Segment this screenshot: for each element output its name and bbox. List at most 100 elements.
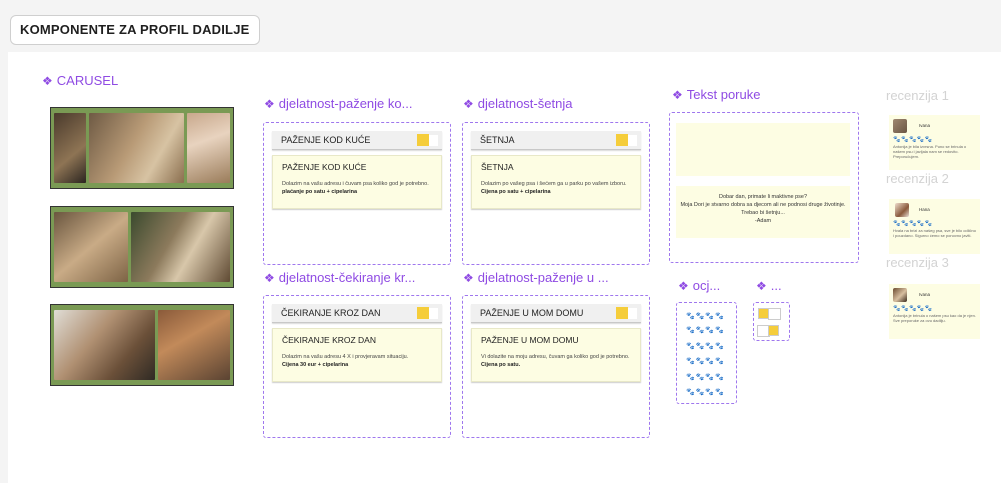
component-frame-setnja[interactable]: ŠETNJA ŠETNJA Dolazim po vašeg psa i šeć…: [462, 122, 650, 265]
carousel-slide-1[interactable]: [50, 107, 234, 189]
component-title-label: djelatnost-paženje ko...: [278, 96, 413, 111]
toggle-indicator: [616, 134, 628, 146]
dog-photo: [54, 113, 86, 183]
message-title[interactable]: ❖ Tekst poruke: [672, 87, 760, 102]
component-title-label: djelatnost-čekiranje kr...: [278, 270, 416, 285]
service-card-title: PAŽENJE U MOM DOMU: [481, 335, 579, 345]
paw-rating-row[interactable]: 🐾🐾🐾🐾: [686, 312, 725, 320]
dog-photo: [186, 113, 230, 183]
component-title-label: djelatnost-paženje u ...: [477, 270, 609, 285]
review-stars: 🐾🐾🐾🐾🐾: [893, 306, 933, 312]
dog-photo: [88, 113, 184, 183]
service-card-title: ČEKIRANJE KROZ DAN: [282, 335, 376, 345]
reviewer-name: Ivana: [919, 292, 931, 297]
carousel-slide-3[interactable]: [50, 304, 234, 386]
component-icon: ❖: [756, 279, 767, 293]
carousel-slide-2[interactable]: [50, 206, 234, 288]
review-card-3[interactable]: Ivana 🐾🐾🐾🐾🐾 Antonija je brinula o našem …: [889, 284, 980, 339]
service-card: ČEKIRANJE KROZ DAN Dolazim na vašu adres…: [272, 328, 442, 382]
paw-rating-row[interactable]: 🐾🐾🐾🐾: [686, 326, 725, 334]
service-card-price: Cijena 30 eur + cipelarina: [282, 362, 349, 368]
review-stars: 🐾🐾🐾🐾🐾: [893, 137, 933, 143]
dog-photo: [158, 310, 230, 380]
avatar: [893, 288, 907, 302]
component-icon: ❖: [264, 97, 275, 111]
review-card-1[interactable]: Ivana 🐾🐾🐾🐾🐾 Antonija je bila izvrsna. Pu…: [889, 115, 980, 170]
review-text: Antonija je bila izvrsna. Puno se brinul…: [893, 144, 967, 159]
toggle-knob: [628, 135, 637, 146]
service-card-description: Dolazim na vašu adresu i čuvam psa kolik…: [282, 181, 429, 187]
reviewer-name: Hana: [919, 207, 930, 212]
message-placeholder: [676, 123, 850, 176]
avatar: [893, 119, 907, 133]
page-tab[interactable]: KOMPONENTE ZA PROFIL DADILJE: [10, 15, 260, 45]
review-title-1[interactable]: recenzija 1: [886, 88, 949, 103]
component-title-cekiranje[interactable]: ❖ djelatnost-čekiranje kr...: [264, 270, 415, 285]
message-line: Moja Dori je stvarno dobra sa djecom ali…: [680, 202, 846, 208]
dog-photo: [54, 310, 156, 380]
service-card-price: plaćanje po satu + cipelarina: [282, 189, 358, 195]
component-icon: ❖: [672, 88, 683, 102]
message-title-label: Tekst poruke: [686, 87, 761, 102]
review-text: Hvala na brizi za našeg psa, sve je bilo…: [893, 228, 976, 238]
component-icon: ❖: [463, 271, 474, 285]
reviewer-name: Ivana: [919, 123, 931, 128]
message-line: Dobar dan, primate li maktivne pse?: [718, 194, 808, 200]
service-button-label: PAŽENJE U MOM DOMU: [480, 308, 584, 318]
review-card-2[interactable]: Hana 🐾🐾🐾🐾🐾 Hvala na brizi za našeg psa, …: [889, 199, 980, 254]
service-button[interactable]: PAŽENJE KOD KUĆE: [272, 131, 442, 150]
service-card-description: Dolazim na vašu adresu 4 X i provjeravam…: [282, 354, 409, 360]
service-card-description: Vi dolazite na moju adresu, čuvam ga kol…: [481, 354, 630, 360]
service-button[interactable]: ČEKIRANJE KROZ DAN: [272, 304, 442, 323]
message-text: Dobar dan, primate li maktivne pse? Moja…: [676, 186, 850, 238]
toggle-knob: [429, 308, 438, 319]
toggle-indicator: [616, 307, 628, 319]
carousel-title[interactable]: ❖ CARUSEL: [42, 73, 118, 88]
component-icon: ❖: [678, 279, 689, 293]
component-icon: ❖: [463, 97, 474, 111]
service-card: PAŽENJE KOD KUĆE Dolazim na vašu adresu …: [272, 155, 442, 209]
service-card-price: Cijena po satu.: [481, 362, 521, 368]
component-frame-pazenje-u-mom-domu[interactable]: PAŽENJE U MOM DOMU PAŽENJE U MOM DOMU Vi…: [462, 295, 650, 438]
service-card-title: ŠETNJA: [481, 162, 514, 172]
component-title-pazenje-u-mom-domu[interactable]: ❖ djelatnost-paženje u ...: [463, 270, 609, 285]
paw-rating-row[interactable]: 🐾🐾🐾🐾: [686, 342, 725, 350]
dog-photo: [130, 212, 230, 282]
rating-title-label: ocj...: [692, 278, 721, 293]
service-card-title: PAŽENJE KOD KUĆE: [282, 162, 367, 172]
avatar: [895, 203, 909, 217]
paw-rating-row[interactable]: 🐾🐾🐾🐾: [686, 357, 725, 365]
toggle-indicator: [417, 307, 429, 319]
review-stars: 🐾🐾🐾🐾🐾: [893, 221, 933, 227]
component-icon: ❖: [264, 271, 275, 285]
toggle-title[interactable]: ❖...: [756, 278, 782, 293]
review-title-3[interactable]: recenzija 3: [886, 255, 949, 270]
message-line: Trebao bi šetnju...: [741, 210, 785, 216]
toggle-off-indicator[interactable]: [768, 325, 779, 336]
review-title-2[interactable]: recenzija 2: [886, 171, 949, 186]
toggle-knob: [628, 308, 637, 319]
service-card-price: Cijena po satu + cipelarina: [481, 189, 551, 195]
service-card-description: Dolazim po vašeg psa i šećem ga u parku …: [481, 181, 627, 187]
component-frame-pazenje-kod-kuce[interactable]: PAŽENJE KOD KUĆE PAŽENJE KOD KUĆE Dolazi…: [263, 122, 451, 265]
rating-title[interactable]: ❖ ocj...: [678, 278, 720, 293]
component-title-setnja[interactable]: ❖ djelatnost-šetnja: [463, 96, 572, 111]
toggle-title-label: ...: [770, 278, 782, 293]
service-button[interactable]: PAŽENJE U MOM DOMU: [471, 304, 641, 323]
component-frame-cekiranje[interactable]: ČEKIRANJE KROZ DAN ČEKIRANJE KROZ DAN Do…: [263, 295, 451, 438]
message-line: -Adam: [754, 218, 772, 224]
toggle-knob: [429, 135, 438, 146]
service-button-label: ŠETNJA: [480, 135, 515, 145]
component-title-label: djelatnost-šetnja: [477, 96, 573, 111]
paw-rating-row[interactable]: 🐾🐾🐾🐾: [686, 388, 725, 396]
service-button[interactable]: ŠETNJA: [471, 131, 641, 150]
paw-rating-row[interactable]: 🐾🐾🐾🐾: [686, 373, 725, 381]
component-title-pazenje-kod-kuce[interactable]: ❖ djelatnost-paženje ko...: [264, 96, 412, 111]
service-button-label: ČEKIRANJE KROZ DAN: [281, 308, 381, 318]
review-text: Antonija je brinula o našem psu kao da j…: [893, 313, 976, 323]
toggle-knob: [768, 308, 781, 320]
service-card: ŠETNJA Dolazim po vašeg psa i šećem ga u…: [471, 155, 641, 209]
service-button-label: PAŽENJE KOD KUĆE: [281, 135, 371, 145]
carousel-title-label: CARUSEL: [56, 73, 119, 88]
component-icon: ❖: [42, 74, 53, 88]
